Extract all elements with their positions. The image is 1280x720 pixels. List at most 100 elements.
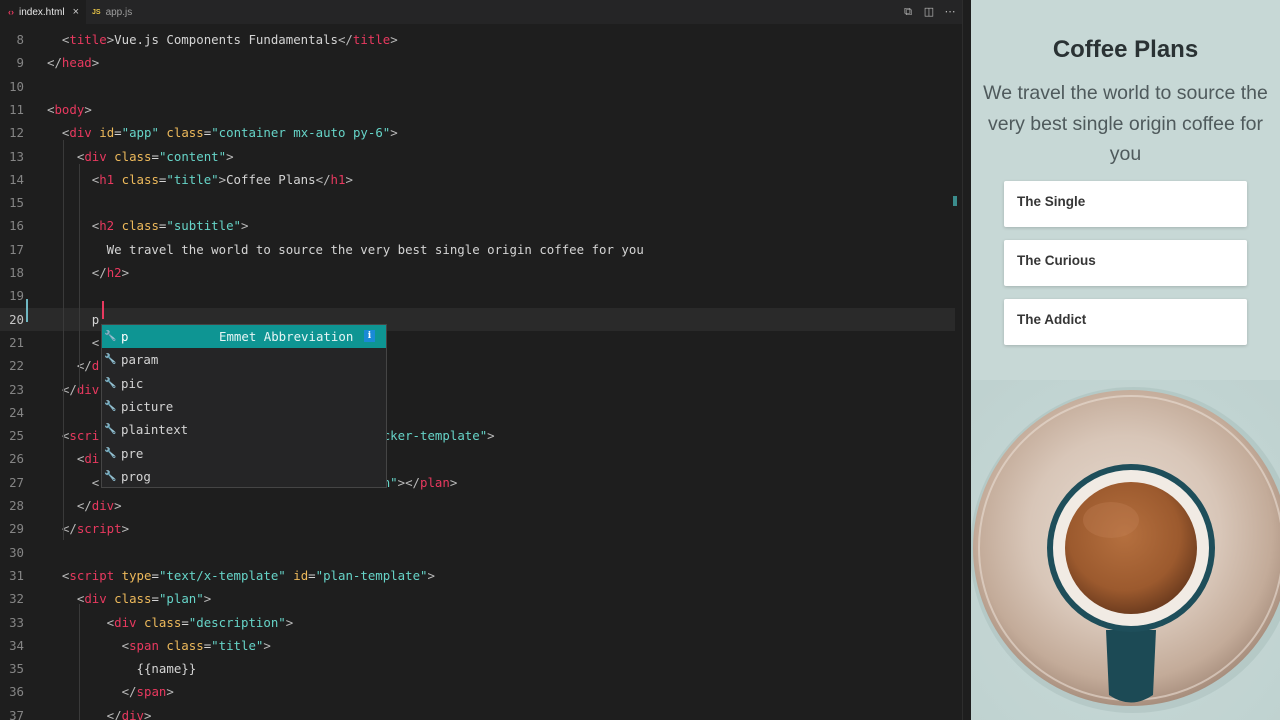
- info-icon[interactable]: i: [364, 330, 375, 342]
- code-line[interactable]: 8 <title>Vue.js Components Fundamentals<…: [0, 28, 955, 51]
- code-line[interactable]: 9 </head>: [0, 51, 955, 74]
- code-text: <div id="app" class="container mx-auto p…: [47, 125, 398, 141]
- code-line[interactable]: 32 <div class="plan">: [0, 587, 955, 610]
- code-line[interactable]: 36 </span>: [0, 680, 955, 703]
- line-number: 25: [9, 428, 24, 444]
- code-line[interactable]: 29 </script>: [0, 517, 955, 540]
- code-line[interactable]: 31 <script type="text/x-template" id="pl…: [0, 564, 955, 587]
- code-line[interactable]: 16 <h2 class="subtitle">: [0, 214, 955, 237]
- line-number: 19: [9, 288, 24, 304]
- wrench-icon: 🔧: [104, 377, 117, 389]
- tab-label: index.html: [19, 6, 65, 18]
- open-preview-icon[interactable]: ⧉: [901, 5, 915, 19]
- code-text: <div class="plan">: [47, 591, 212, 607]
- line-number: 15: [9, 195, 24, 211]
- code-line[interactable]: 19: [0, 284, 955, 307]
- more-actions-icon[interactable]: ⋯: [943, 5, 957, 19]
- code-line[interactable]: 11 <body>: [0, 98, 955, 121]
- tab-index-html[interactable]: ‹› index.html ×: [0, 0, 86, 24]
- code-text: <script type="text/x-template" id="plan-…: [47, 567, 435, 583]
- suggestion-item[interactable]: 🔧 prog: [102, 465, 386, 488]
- code-line[interactable]: 12 <div id="app" class="container mx-aut…: [0, 121, 955, 144]
- plan-card-addict[interactable]: The Addict: [1004, 299, 1247, 345]
- line-number: 26: [9, 451, 24, 467]
- suggestion-item[interactable]: 🔧 plaintext: [102, 418, 386, 441]
- line-number: 10: [9, 78, 24, 94]
- line-number: 29: [9, 521, 24, 537]
- code-line[interactable]: 37 </div>: [0, 704, 955, 720]
- line-number: 36: [9, 684, 24, 700]
- wrench-icon: 🔧: [104, 470, 117, 482]
- suggestion-label: param: [121, 352, 159, 368]
- plan-title: The Curious: [1017, 253, 1096, 268]
- wrench-icon: 🔧: [104, 424, 117, 436]
- tab-app-js[interactable]: JS app.js: [86, 0, 146, 24]
- indent-guide: [63, 140, 64, 540]
- code-text: </h2>: [47, 265, 130, 280]
- code-line[interactable]: 17 We travel the world to source the ver…: [0, 238, 955, 261]
- line-number: 27: [9, 474, 24, 490]
- pane-divider[interactable]: [962, 0, 971, 720]
- code-text: We travel the world to source the very b…: [47, 241, 644, 257]
- code-line[interactable]: 15: [0, 191, 955, 214]
- code-text: <body>: [47, 101, 92, 117]
- wrench-icon: 🔧: [104, 354, 117, 366]
- wrench-icon: 🔧: [104, 331, 117, 343]
- code-line[interactable]: 33 <div class="description">: [0, 611, 955, 634]
- code-text: </div>: [47, 498, 122, 513]
- suggestion-item[interactable]: 🔧 pic: [102, 372, 386, 395]
- suggestion-label: picture: [121, 399, 174, 415]
- code-text: </div: [47, 381, 100, 397]
- plan-card-single[interactable]: The Single: [1004, 181, 1247, 227]
- code-text: </div>: [47, 707, 152, 720]
- close-icon[interactable]: ×: [73, 6, 79, 18]
- line-number: 34: [9, 637, 24, 653]
- suggestion-item[interactable]: 🔧 picture: [102, 395, 386, 418]
- line-number: 22: [9, 358, 24, 374]
- code-line[interactable]: 34 <span class="title">: [0, 634, 955, 657]
- line-number: 31: [9, 567, 24, 583]
- line-number: 17: [9, 241, 24, 257]
- line-number: 30: [9, 544, 24, 560]
- line-number: 9: [16, 55, 24, 71]
- code-line[interactable]: 13 <div class="content">: [0, 145, 955, 168]
- plan-card-curious[interactable]: The Curious: [1004, 240, 1247, 286]
- code-text: <div class="content">: [47, 148, 234, 164]
- text-cursor: [102, 301, 104, 319]
- line-number: 14: [9, 171, 24, 187]
- line-number: 12: [9, 125, 24, 141]
- code-line[interactable]: 10: [0, 75, 955, 98]
- code-text: <title>Vue.js Components Fundamentals</t…: [47, 32, 398, 47]
- code-text: </script>: [47, 521, 130, 537]
- code-line[interactable]: 28 </div>: [0, 494, 955, 517]
- code-line[interactable]: 14 <h1 class="title">Coffee Plans</h1>: [0, 168, 955, 191]
- code-line[interactable]: 35 {{name}}: [0, 657, 955, 680]
- line-number: 37: [9, 707, 24, 720]
- line-number: 20: [9, 311, 24, 327]
- page-subtitle: We travel the world to source the very b…: [983, 82, 1268, 165]
- suggestion-item[interactable]: 🔧 pre: [102, 442, 386, 465]
- line-number: 18: [9, 265, 24, 280]
- code-line[interactable]: 30: [0, 541, 955, 564]
- scrollbar-marker: [953, 196, 957, 206]
- suggestion-item[interactable]: 🔧 param: [102, 348, 386, 371]
- code-text: <h2 class="subtitle">: [47, 218, 249, 234]
- plan-title: The Addict: [1017, 312, 1087, 327]
- line-number: 35: [9, 661, 24, 677]
- js-file-icon: JS: [92, 8, 101, 16]
- split-editor-icon[interactable]: ◫: [922, 5, 936, 19]
- line-number: 8: [16, 32, 24, 47]
- indent-guide: [79, 604, 80, 720]
- suggestion-item[interactable]: 🔧 p Emmet Abbreviation i: [102, 325, 386, 349]
- code-text: {{name}}: [47, 661, 197, 677]
- indent-guide: [79, 164, 80, 394]
- code-text: </head>: [47, 55, 100, 71]
- code-text: <span class="title">: [47, 637, 271, 653]
- line-number: 23: [9, 381, 24, 397]
- autocomplete-widget[interactable]: 🔧 p Emmet Abbreviation i 🔧 param 🔧 pic 🔧 picture 🔧…: [101, 324, 387, 488]
- line-number: 21: [9, 334, 24, 350]
- coffee-cup-image: [971, 380, 1280, 720]
- line-number: 32: [9, 591, 24, 607]
- code-editor[interactable]: ‹› index.html × JS app.js ⧉ ◫ ⋯ 8 <title…: [0, 0, 962, 720]
- code-line[interactable]: 18 </h2>: [0, 261, 955, 284]
